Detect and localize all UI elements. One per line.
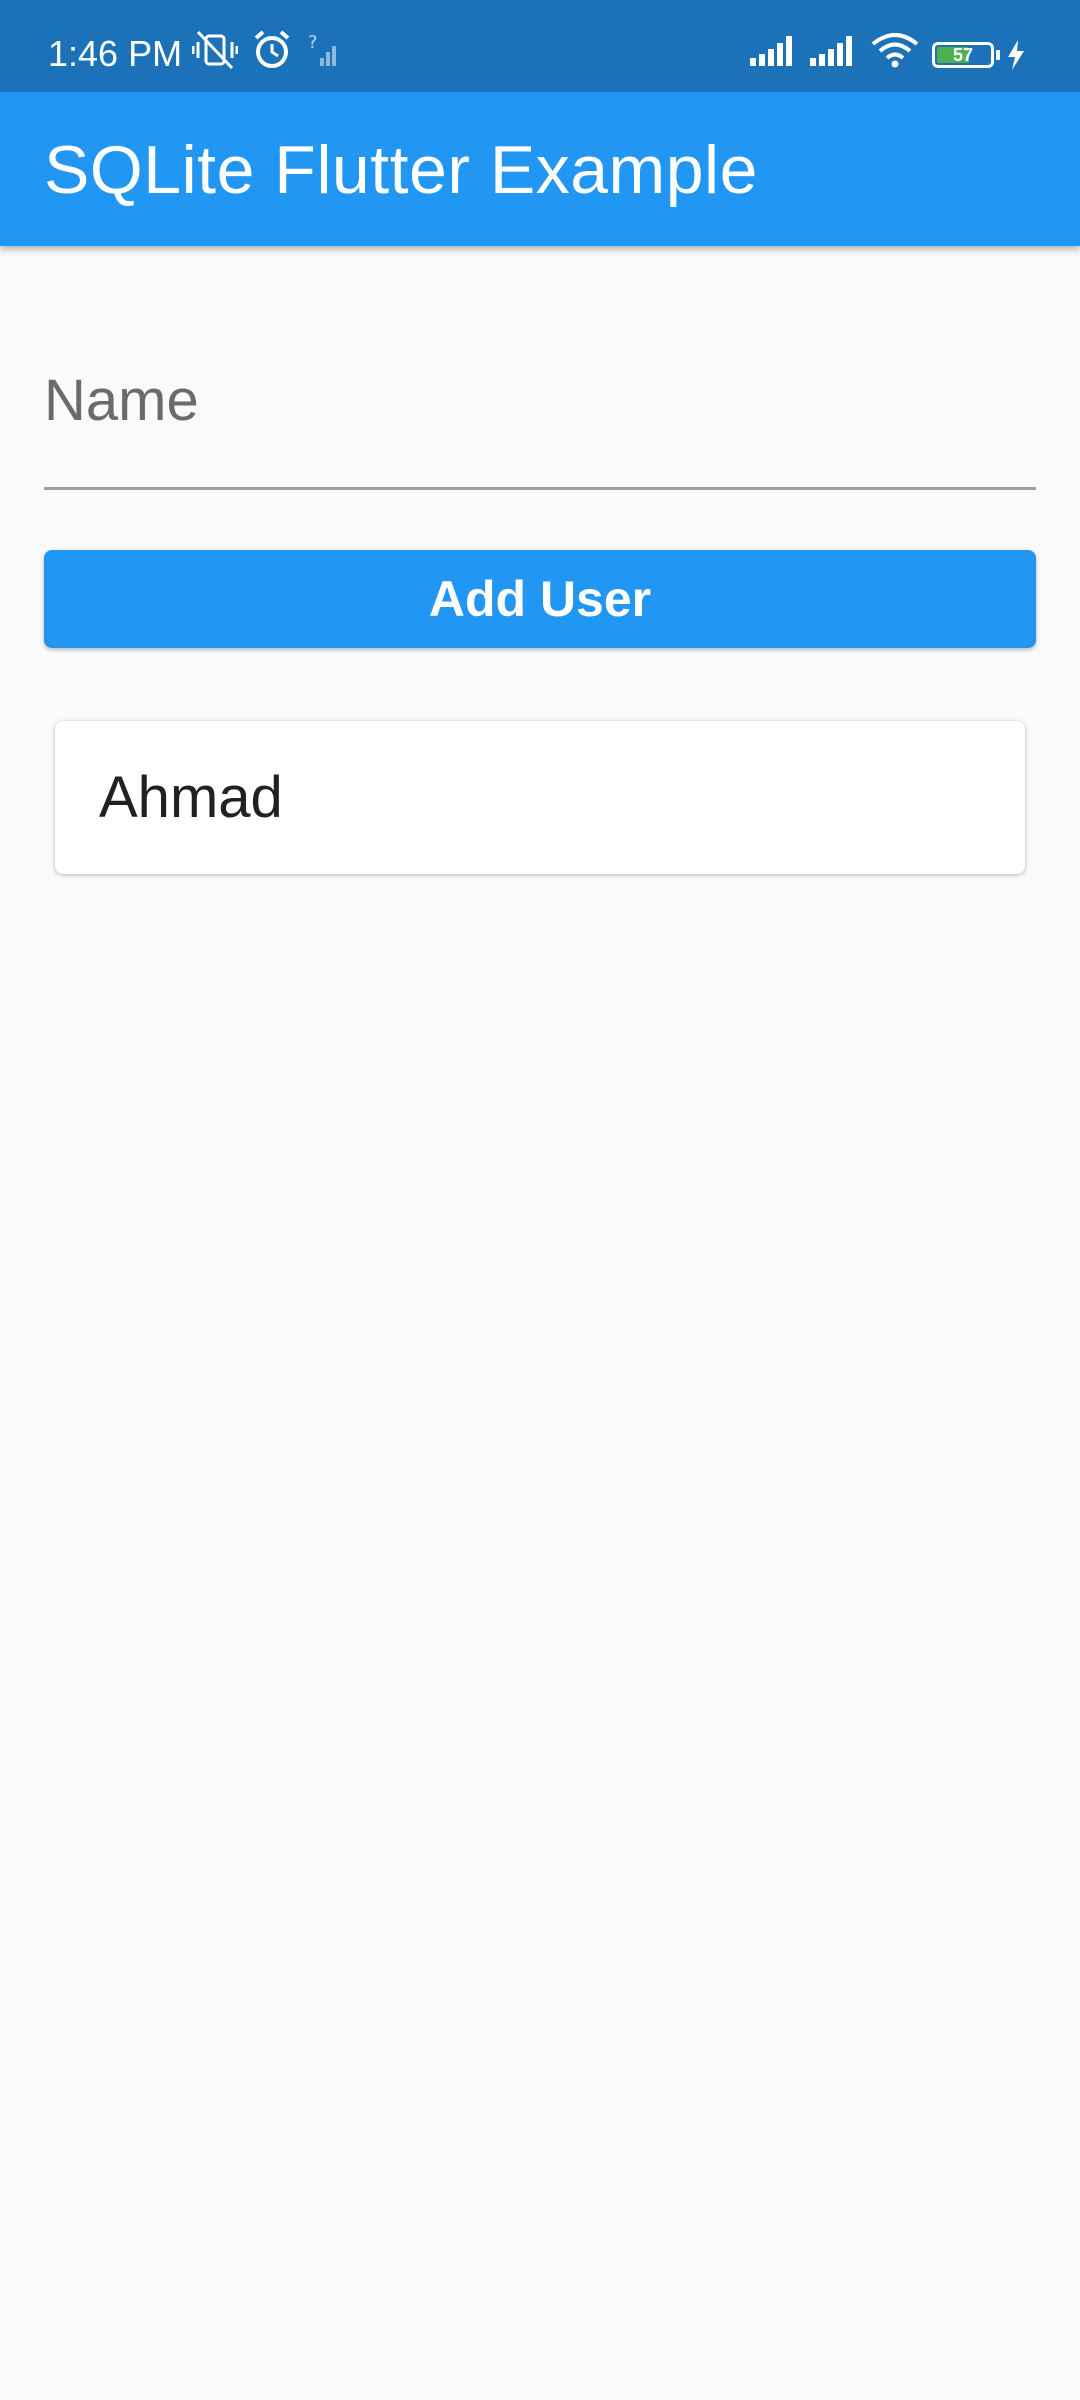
user-card[interactable]: Ahmad: [55, 721, 1025, 874]
svg-text:?: ?: [308, 32, 318, 53]
user-name: Ahmad: [99, 765, 283, 830]
name-underline: [44, 487, 1036, 490]
status-time: 1:46 PM: [48, 33, 183, 74]
signal-icon: [750, 36, 792, 66]
name-input[interactable]: [44, 350, 1036, 450]
battery-icon: 57: [932, 42, 994, 68]
battery-level: 57: [952, 45, 974, 65]
wifi-icon: [871, 33, 919, 68]
app-title: SQLite Flutter Example: [44, 132, 758, 208]
vibrate-off-icon: [192, 30, 238, 70]
status-bar: 1:46 PM ? 57: [0, 0, 1080, 92]
user-list: Ahmad: [55, 721, 1025, 890]
no-sim-signal-icon: ?: [308, 32, 336, 66]
charging-icon: [1008, 40, 1024, 70]
signal-icon: [810, 36, 852, 66]
app-bar: SQLite Flutter Example: [0, 92, 1080, 246]
alarm-icon: [254, 30, 290, 68]
battery-tip: [996, 50, 1000, 60]
add-user-button[interactable]: Add User: [44, 550, 1036, 648]
name-field[interactable]: [44, 330, 1036, 490]
